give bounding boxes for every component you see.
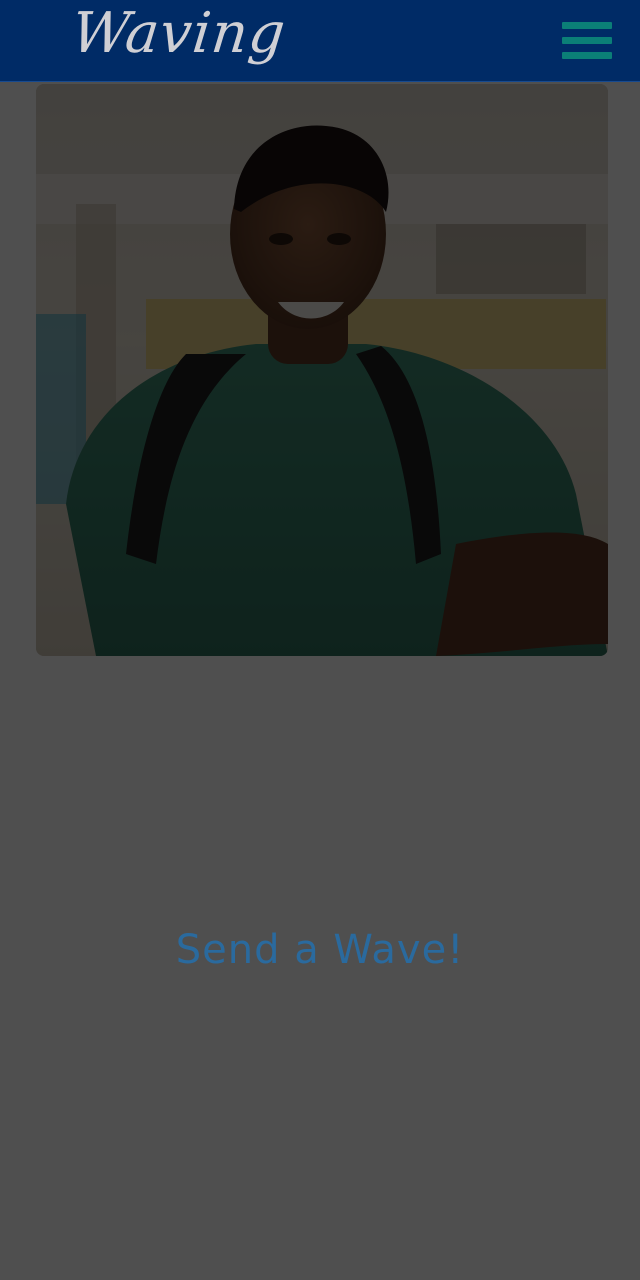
top-bar: Waving <box>0 0 640 82</box>
app-screen: Waving Send a Wave! <box>0 0 640 1280</box>
menu-bar-line <box>562 22 612 29</box>
menu-bar-line <box>562 52 612 59</box>
hamburger-menu-icon[interactable] <box>562 22 612 62</box>
send-wave-button[interactable]: Send a Wave! <box>0 922 640 978</box>
profile-photo[interactable] <box>36 84 608 656</box>
menu-bar-line <box>562 37 612 44</box>
profile-photo-illustration <box>36 84 608 656</box>
app-logo: Waving <box>68 1 290 66</box>
